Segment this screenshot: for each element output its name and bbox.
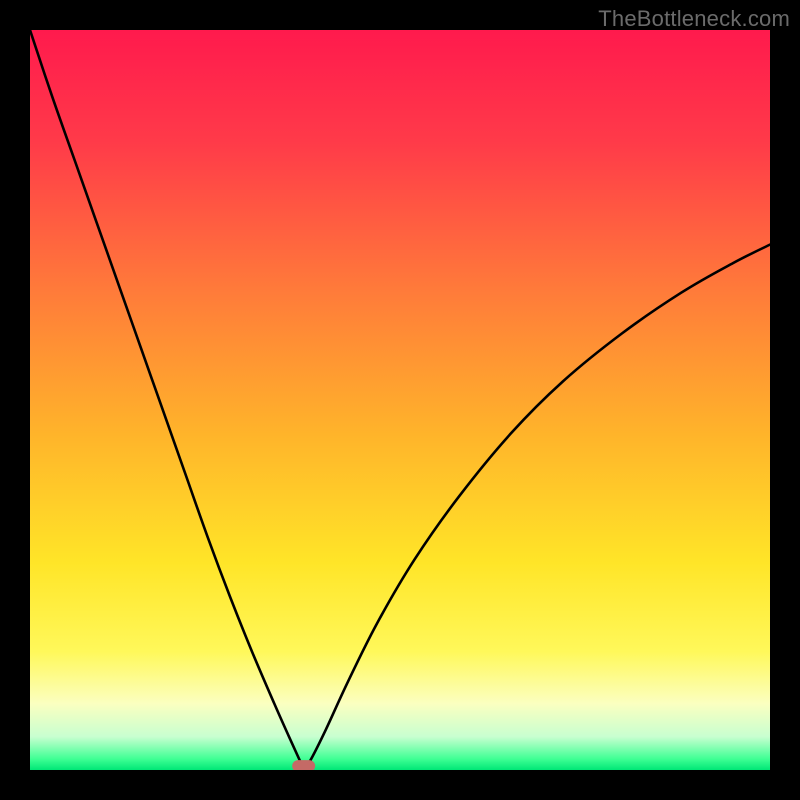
- chart-frame: TheBottleneck.com: [0, 0, 800, 800]
- watermark-text: TheBottleneck.com: [598, 6, 790, 32]
- plot-area: [30, 30, 770, 770]
- minimum-marker: [292, 760, 316, 770]
- bottleneck-curve: [30, 30, 770, 770]
